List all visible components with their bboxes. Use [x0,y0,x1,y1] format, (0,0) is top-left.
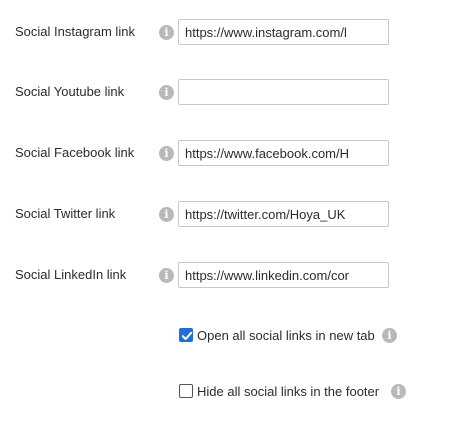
facebook-link-input[interactable] [178,140,389,166]
info-icon[interactable]: i [159,85,174,100]
info-icon[interactable]: i [159,207,174,222]
linkedin-row: Social LinkedIn link i [0,262,457,288]
youtube-link-input[interactable] [178,79,389,105]
twitter-row: Social Twitter link i [0,201,457,227]
linkedin-link-input[interactable] [178,262,389,288]
info-icon[interactable]: i [159,25,174,40]
hide-links-footer-checkbox[interactable] [179,384,193,398]
linkedin-link-label: Social LinkedIn link [15,267,127,282]
instagram-row: Social Instagram link i [0,19,457,45]
info-icon[interactable]: i [159,268,174,283]
instagram-link-input[interactable] [178,19,389,45]
youtube-link-label: Social Youtube link [15,84,125,99]
youtube-row: Social Youtube link i [0,79,457,105]
open-links-new-tab-label[interactable]: Open all social links in new tab [197,327,375,344]
info-icon[interactable]: i [159,146,174,161]
open-links-new-tab-checkbox[interactable] [179,328,193,342]
info-icon[interactable]: i [391,384,406,399]
open-links-new-tab-option: Open all social links in new tab i [0,327,457,345]
twitter-link-input[interactable] [178,201,389,227]
checkmark-icon [181,331,193,340]
info-icon[interactable]: i [382,328,397,343]
hide-links-footer-label[interactable]: Hide all social links in the footer [197,383,379,400]
facebook-link-label: Social Facebook link [15,145,135,160]
hide-links-footer-option: Hide all social links in the footer i [0,383,457,401]
facebook-row: Social Facebook link i [0,140,457,166]
instagram-link-label: Social Instagram link [15,24,135,39]
twitter-link-label: Social Twitter link [15,206,116,221]
